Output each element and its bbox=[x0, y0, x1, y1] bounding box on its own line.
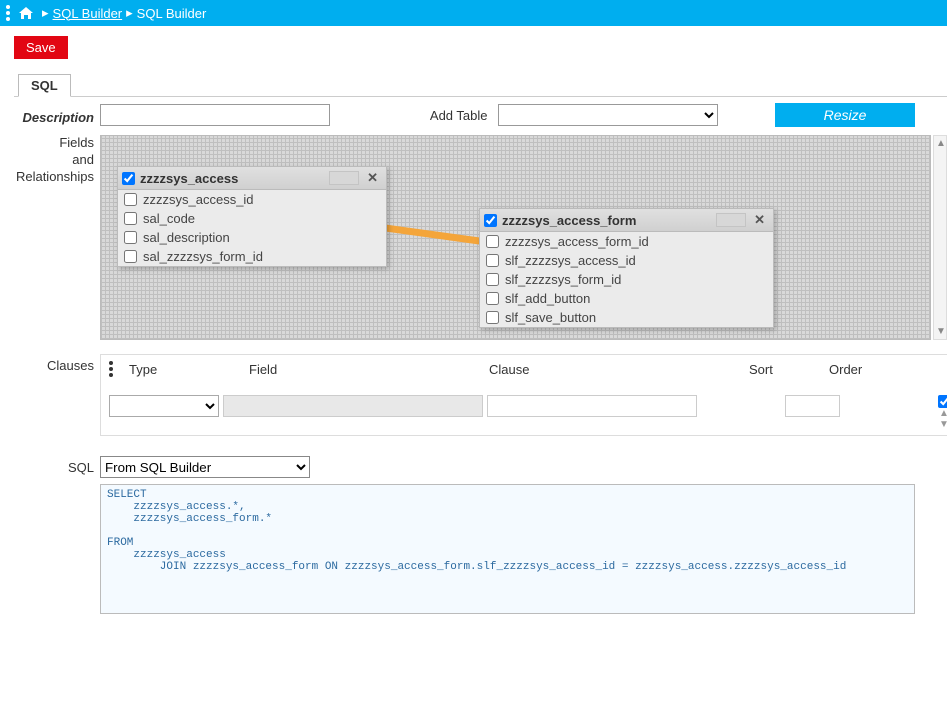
field-name: sal_description bbox=[143, 230, 230, 245]
clause-type-select[interactable] bbox=[109, 395, 219, 417]
table-window-1[interactable]: zzzzsys_access ✕ zzzzsys_access_id sal_c… bbox=[117, 166, 387, 267]
field-row[interactable]: sal_code bbox=[118, 209, 386, 228]
table-title-handle[interactable] bbox=[329, 171, 359, 185]
description-input[interactable] bbox=[100, 104, 330, 126]
field-row[interactable]: slf_zzzzsys_form_id bbox=[480, 270, 773, 289]
label-add-table: Add Table bbox=[388, 108, 498, 123]
column-clause: Clause bbox=[489, 362, 749, 377]
label-description: Description bbox=[0, 106, 100, 125]
breadcrumb-sep: ▸ bbox=[42, 5, 49, 21]
clauses-panel: Type Field Clause Sort Order ▲ ▼ bbox=[100, 354, 947, 436]
table-select-all-checkbox[interactable] bbox=[122, 172, 135, 185]
field-name: slf_save_button bbox=[505, 310, 596, 325]
field-name: zzzzsys_access_id bbox=[143, 192, 254, 207]
tab-sql[interactable]: SQL bbox=[18, 74, 71, 97]
scroll-up-icon[interactable]: ▲ bbox=[939, 408, 947, 419]
clause-order-input[interactable] bbox=[785, 395, 840, 417]
table-title-bar[interactable]: zzzzsys_access ✕ bbox=[118, 167, 386, 190]
field-row[interactable]: slf_add_button bbox=[480, 289, 773, 308]
field-checkbox[interactable] bbox=[486, 292, 499, 305]
field-row[interactable]: sal_zzzzsys_form_id bbox=[118, 247, 386, 266]
field-row[interactable]: slf_zzzzsys_access_id bbox=[480, 251, 773, 270]
field-name: sal_code bbox=[143, 211, 195, 226]
table-title-handle[interactable] bbox=[716, 213, 746, 227]
table-name: zzzzsys_access bbox=[140, 171, 329, 186]
clauses-menu-icon[interactable] bbox=[109, 361, 115, 377]
field-checkbox[interactable] bbox=[124, 212, 137, 225]
breadcrumb-current: SQL Builder bbox=[137, 6, 207, 21]
label-fields-relationships: Fields and Relationships bbox=[0, 135, 100, 340]
relationship-canvas[interactable]: zzzzsys_access ✕ zzzzsys_access_id sal_c… bbox=[100, 135, 931, 340]
field-checkbox[interactable] bbox=[486, 235, 499, 248]
clause-clause-input[interactable] bbox=[487, 395, 697, 417]
label-sql: SQL bbox=[0, 456, 100, 478]
table-title-bar[interactable]: zzzzsys_access_form ✕ bbox=[480, 209, 773, 232]
close-icon[interactable]: ✕ bbox=[363, 170, 382, 186]
breadcrumb-sep: ▸ bbox=[126, 5, 133, 21]
column-order: Order bbox=[829, 362, 909, 377]
field-checkbox[interactable] bbox=[124, 193, 137, 206]
scroll-down-icon[interactable]: ▼ bbox=[936, 326, 946, 337]
field-checkbox[interactable] bbox=[124, 250, 137, 263]
column-sort: Sort bbox=[749, 362, 829, 377]
field-row[interactable]: slf_save_button bbox=[480, 308, 773, 327]
field-name: zzzzsys_access_form_id bbox=[505, 234, 649, 249]
home-icon[interactable] bbox=[18, 6, 34, 20]
field-checkbox[interactable] bbox=[486, 254, 499, 267]
field-row[interactable]: zzzzsys_access_id bbox=[118, 190, 386, 209]
field-row[interactable]: sal_description bbox=[118, 228, 386, 247]
label-clauses: Clauses bbox=[0, 354, 100, 436]
save-button[interactable]: Save bbox=[14, 36, 68, 59]
clause-field-input[interactable] bbox=[223, 395, 483, 417]
close-icon[interactable]: ✕ bbox=[750, 212, 769, 228]
clause-row-checkbox[interactable] bbox=[938, 395, 947, 408]
table-select-all-checkbox[interactable] bbox=[484, 214, 497, 227]
breadcrumb-link[interactable]: SQL Builder bbox=[53, 6, 123, 21]
sql-editor[interactable]: SELECT zzzzsys_access.*, zzzzsys_access_… bbox=[100, 484, 915, 614]
scroll-down-icon[interactable]: ▼ bbox=[939, 419, 947, 430]
table-name: zzzzsys_access_form bbox=[502, 213, 716, 228]
scroll-up-icon[interactable]: ▲ bbox=[936, 138, 946, 149]
field-name: slf_zzzzsys_form_id bbox=[505, 272, 621, 287]
add-table-select[interactable] bbox=[498, 104, 718, 126]
column-type: Type bbox=[129, 362, 249, 377]
field-checkbox[interactable] bbox=[486, 311, 499, 324]
field-name: slf_zzzzsys_access_id bbox=[505, 253, 636, 268]
table-window-2[interactable]: zzzzsys_access_form ✕ zzzzsys_access_for… bbox=[479, 208, 774, 328]
sql-source-select[interactable]: From SQL Builder bbox=[100, 456, 310, 478]
field-name: sal_zzzzsys_form_id bbox=[143, 249, 263, 264]
resize-button[interactable]: Resize bbox=[775, 103, 915, 127]
field-checkbox[interactable] bbox=[124, 231, 137, 244]
menu-kebab-icon[interactable] bbox=[6, 5, 12, 21]
top-bar: ▸ SQL Builder ▸ SQL Builder bbox=[0, 0, 947, 26]
column-field: Field bbox=[249, 362, 489, 377]
field-name: slf_add_button bbox=[505, 291, 590, 306]
canvas-scrollbar[interactable]: ▲ ▼ bbox=[933, 135, 947, 340]
field-checkbox[interactable] bbox=[486, 273, 499, 286]
field-row[interactable]: zzzzsys_access_form_id bbox=[480, 232, 773, 251]
